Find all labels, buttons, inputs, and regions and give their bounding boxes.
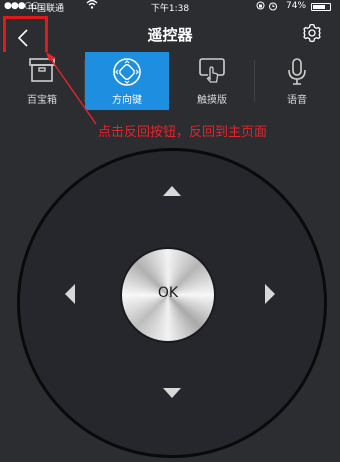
up-arrow-button[interactable]	[163, 186, 181, 196]
left-arrow-button[interactable]	[65, 284, 75, 304]
down-arrow-button[interactable]	[163, 388, 181, 398]
direction-pad: OK	[17, 148, 327, 458]
ok-label: OK	[157, 285, 179, 301]
ok-button[interactable]: OK	[122, 249, 214, 341]
annotation-text: 点击反回按钮，反回到主页面	[98, 125, 268, 140]
right-arrow-button[interactable]	[265, 284, 275, 304]
